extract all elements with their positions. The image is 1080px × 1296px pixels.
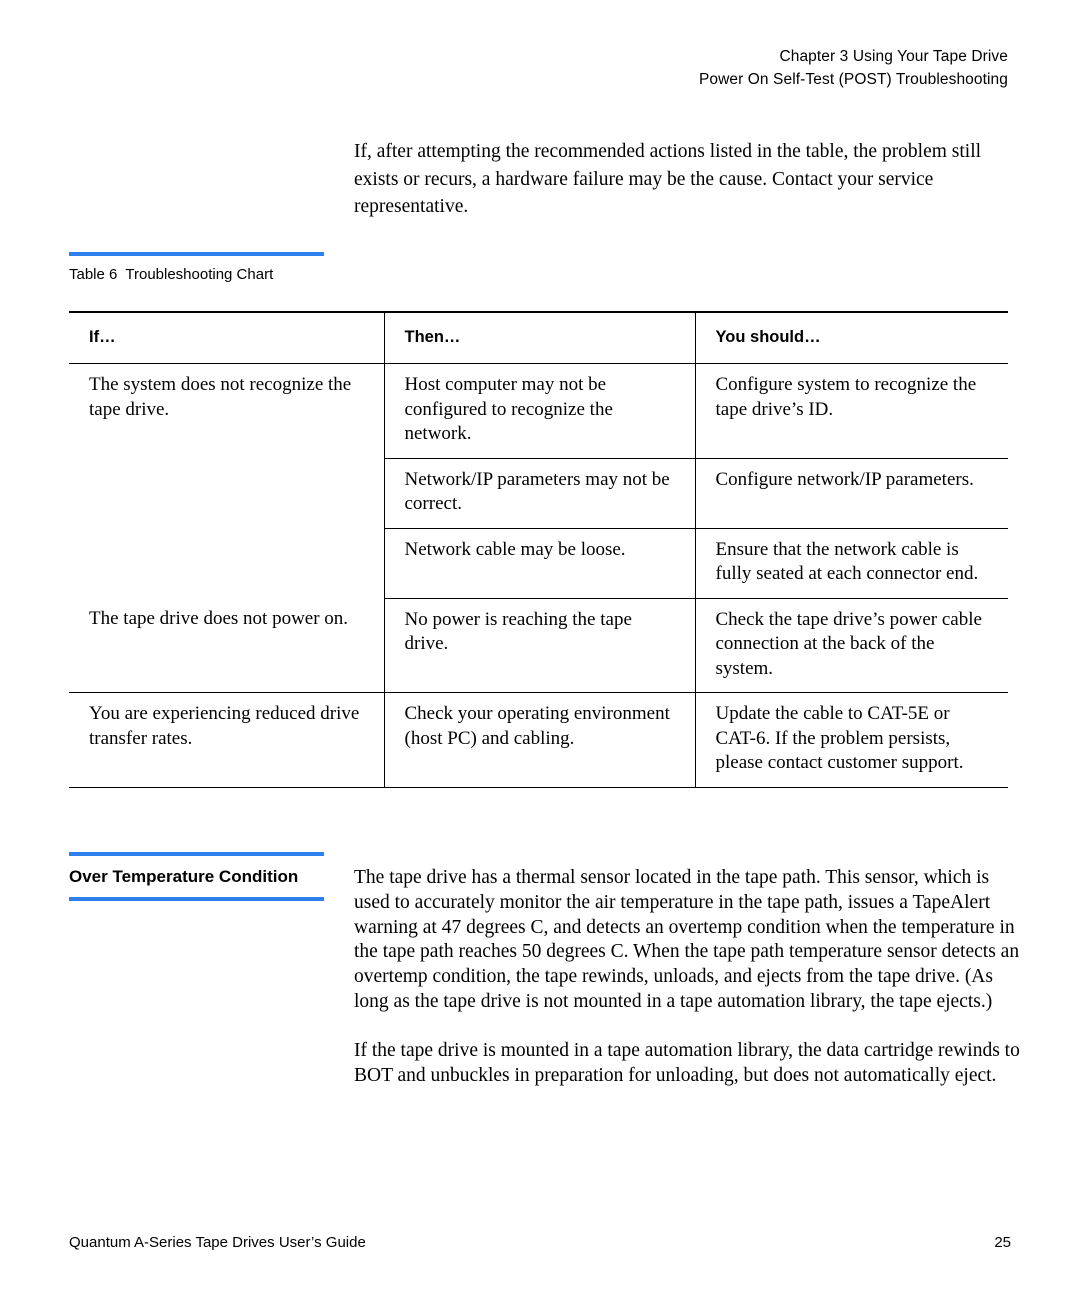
caption-rule: [69, 252, 324, 256]
table-caption-title: Troubleshooting Chart: [125, 266, 274, 283]
column-header-if: If…: [69, 311, 384, 364]
troubleshooting-table-wrapper: If… Then… You should… The system does no…: [69, 311, 1008, 788]
cell-if: The tape drive does not power on.: [69, 598, 384, 693]
running-header: Chapter 3 Using Your Tape Drive Power On…: [328, 45, 1008, 91]
section-paragraph: If the tape drive is mounted in a tape a…: [354, 1039, 1020, 1086]
table-caption-number: Table 6: [69, 266, 118, 283]
section-heading-rule-bottom: [69, 897, 324, 901]
section-heading-block: Over Temperature Condition: [69, 852, 324, 901]
running-header-chapter: Chapter 3 Using Your Tape Drive: [779, 48, 1008, 65]
footer-page-number: 25: [994, 1234, 1011, 1251]
section-heading-text: Over Temperature Condition: [69, 867, 299, 886]
section-body: The tape drive has a thermal sensor loca…: [354, 866, 1026, 1088]
table-caption: Table 6 Troubleshooting Chart: [69, 265, 324, 284]
cell-then: Host computer may not be configured to r…: [383, 363, 695, 459]
cell-then: Network/IP parameters may not be correct…: [383, 458, 695, 529]
cell-you-should: Configure network/IP parameters.: [694, 458, 1008, 529]
intro-paragraph: If, after attempting the recommended act…: [354, 141, 982, 217]
column-header-then: Then…: [383, 311, 695, 364]
document-page: Chapter 3 Using Your Tape Drive Power On…: [0, 0, 1080, 1296]
cell-you-should: Configure system to recognize the tape d…: [694, 363, 1008, 459]
table-caption-block: Table 6 Troubleshooting Chart: [69, 252, 324, 284]
table-row: The system does not recognize the tape d…: [69, 363, 1008, 459]
table-row: You are experiencing reduced drive trans…: [69, 692, 1008, 788]
cell-then: Check your operating environment (host P…: [383, 692, 695, 788]
cell-you-should: Check the tape drive’s power cable conne…: [694, 598, 1008, 693]
table-row: The tape drive does not power on. No pow…: [69, 598, 1008, 693]
cell-if: You are experiencing reduced drive trans…: [69, 692, 384, 788]
table-header: If… Then… You should…: [69, 311, 1008, 364]
section-paragraph: The tape drive has a thermal sensor loca…: [354, 867, 1020, 1012]
table-body: The system does not recognize the tape d…: [69, 363, 1008, 788]
cell-you-should: Ensure that the network cable is fully s…: [694, 528, 1008, 599]
cell-then: Network cable may be loose.: [383, 528, 695, 599]
cell-then: No power is reaching the tape drive.: [383, 598, 695, 693]
column-header-you-should: You should…: [694, 311, 1008, 364]
troubleshooting-table: If… Then… You should… The system does no…: [69, 311, 1008, 788]
footer-title: Quantum A-Series Tape Drives User’s Guid…: [69, 1234, 366, 1251]
cell-you-should: Update the cable to CAT-5E or CAT-6. If …: [694, 692, 1008, 788]
running-header-section: Power On Self-Test (POST) Troubleshootin…: [698, 71, 1008, 88]
page-footer: Quantum A-Series Tape Drives User’s Guid…: [69, 1232, 1011, 1254]
table-header-row: If… Then… You should…: [69, 311, 1008, 364]
cell-if: The system does not recognize the tape d…: [89, 374, 352, 420]
